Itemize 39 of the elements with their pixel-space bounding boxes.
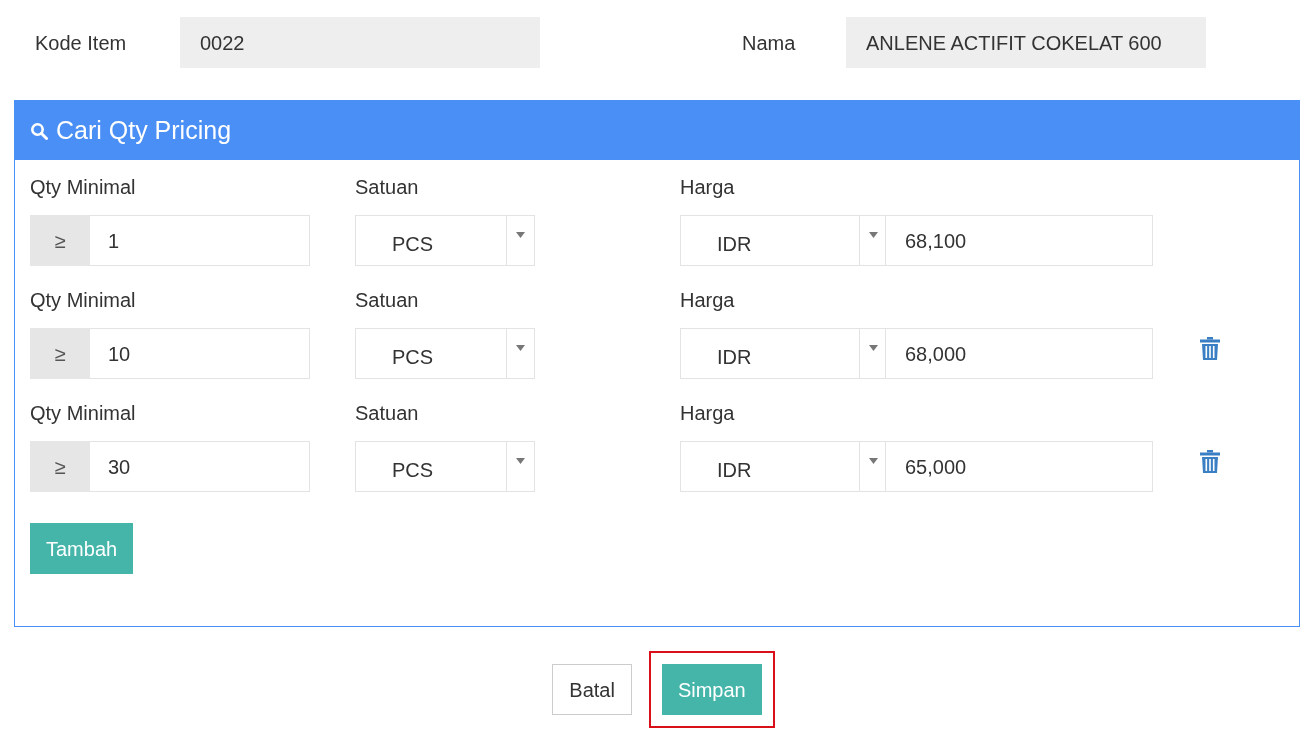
field-label: Nama bbox=[742, 30, 797, 56]
field-label: Kode Item bbox=[34, 30, 128, 56]
price-field[interactable]: 68,000 bbox=[886, 328, 1153, 379]
field-label: Harga bbox=[680, 176, 736, 199]
caret-icon bbox=[516, 345, 525, 351]
field-label: Qty Minimal bbox=[30, 289, 137, 312]
caret-icon bbox=[869, 345, 878, 351]
text-field[interactable]: ANLENE ACTIFIT COKELAT 600 bbox=[846, 17, 1206, 68]
field-label: Satuan bbox=[355, 289, 420, 312]
price-field[interactable]: 65,000 bbox=[886, 441, 1153, 492]
qty-field[interactable]: 10 bbox=[90, 328, 310, 379]
field-label: Harga bbox=[680, 289, 736, 312]
input-prefix: ≥ bbox=[30, 328, 90, 379]
qty-field[interactable]: 1 bbox=[90, 215, 310, 266]
field-label: Qty Minimal bbox=[30, 176, 137, 199]
unit-select[interactable]: PCS bbox=[355, 441, 535, 492]
field-label: Harga bbox=[680, 402, 736, 425]
cancel-button[interactable]: Batal bbox=[552, 664, 632, 715]
input-prefix: ≥ bbox=[30, 215, 90, 266]
text-field[interactable]: 0022 bbox=[180, 17, 540, 68]
currency-select[interactable]: IDR bbox=[680, 441, 886, 492]
caret-icon bbox=[869, 232, 878, 238]
field-label: Satuan bbox=[355, 402, 420, 425]
trash-icon[interactable] bbox=[1200, 337, 1220, 360]
caret-icon bbox=[869, 458, 878, 464]
trash-icon[interactable] bbox=[1200, 450, 1220, 473]
field-label: Satuan bbox=[355, 176, 420, 199]
caret-icon bbox=[516, 232, 525, 238]
panel-title: Cari Qty Pricing bbox=[56, 114, 232, 146]
search-icon bbox=[30, 121, 48, 140]
price-field[interactable]: 68,100 bbox=[886, 215, 1153, 266]
field-label: Qty Minimal bbox=[30, 402, 137, 425]
caret-icon bbox=[516, 458, 525, 464]
unit-select[interactable]: PCS bbox=[355, 215, 535, 266]
qty-field[interactable]: 30 bbox=[90, 441, 310, 492]
unit-select[interactable]: PCS bbox=[355, 328, 535, 379]
currency-select[interactable]: IDR bbox=[680, 328, 886, 379]
input-prefix: ≥ bbox=[30, 441, 90, 492]
currency-select[interactable]: IDR bbox=[680, 215, 886, 266]
